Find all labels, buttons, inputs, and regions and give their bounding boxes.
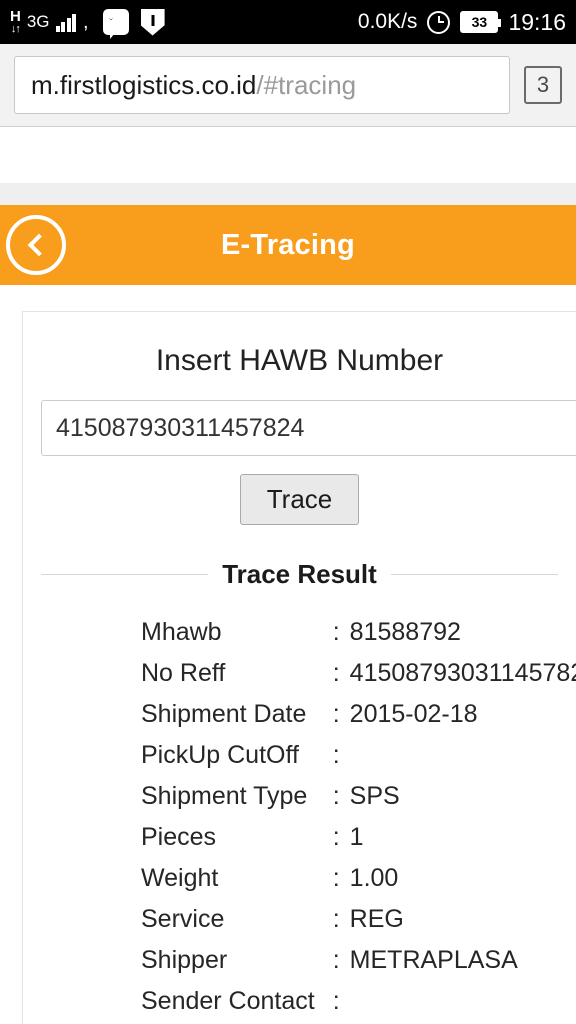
data-speed-label: 0.0K/s (357, 10, 418, 33)
app-header: E-Tracing (0, 205, 576, 285)
page-gray-band (0, 183, 576, 205)
row-key: Mhawb (141, 618, 222, 646)
tab-count-button[interactable]: 3 (524, 66, 562, 104)
signal-comma: , (83, 10, 89, 33)
browser-toolbar: m.firstlogistics.co.id/#tracing 3 (0, 44, 576, 127)
status-bar-left: H ↓↑ 3G , (10, 8, 358, 39)
form-title: Insert HAWB Number (155, 344, 444, 377)
trace-result-heading: Trace Result (41, 559, 559, 590)
row-colon: : (332, 782, 340, 810)
row-value: 81588792 (349, 618, 461, 646)
webpage-content: E-Tracing Insert HAWB Number Trace Trace… (0, 127, 576, 1024)
trace-result-body: Mhawb : 81588792 No Reff : 4150879303114… (141, 612, 576, 1022)
h-network-icon: H ↓↑ (10, 8, 21, 35)
alarm-clock-icon (427, 10, 451, 34)
row-value: REG (349, 905, 404, 933)
row-colon: : (332, 659, 340, 687)
table-row: Shipment Date : 2015-02-18 (141, 694, 576, 735)
battery-icon: 33 (460, 11, 502, 33)
status-bar: H ↓↑ 3G , 0.0K/s 33 19:16 (0, 0, 576, 44)
signal-bars-icon (55, 12, 77, 32)
row-value (340, 735, 576, 776)
row-value (340, 981, 576, 1022)
row-value: SPS (349, 782, 400, 810)
row-key: Service (141, 905, 225, 933)
row-value: 1.00 (349, 864, 399, 892)
row-key: PickUp CutOff (141, 741, 299, 769)
page-title: E-Tracing (221, 228, 355, 261)
row-colon: : (332, 946, 340, 974)
row-colon: : (332, 864, 340, 892)
tracing-card: Insert HAWB Number Trace Trace Result Mh… (22, 311, 576, 1024)
row-colon: : (332, 905, 340, 933)
row-key: No Reff (141, 659, 226, 687)
trace-result-label: Trace Result (222, 559, 377, 589)
divider-left (41, 574, 209, 575)
table-row: Weight : 1.00 (141, 858, 576, 899)
url-input[interactable]: m.firstlogistics.co.id/#tracing (14, 56, 510, 114)
network-generation-label: 3G (26, 12, 50, 31)
trace-button-row: Trace (23, 456, 576, 535)
row-value: 1 (349, 823, 364, 851)
chevron-left-icon (27, 233, 51, 257)
trace-button[interactable]: Trace (239, 474, 360, 525)
table-row: Shipment Type : SPS (141, 776, 576, 817)
clock-label: 19:16 (508, 8, 566, 35)
row-key: Shipment Date (141, 700, 307, 728)
row-key: Pieces (141, 823, 217, 851)
table-row: Mhawb : 81588792 (141, 612, 576, 653)
divider-right (390, 574, 559, 575)
url-host-text: m.firstlogistics.co.id (31, 69, 257, 100)
page-top-spacer (0, 127, 576, 183)
table-row: Pieces : 1 (141, 817, 576, 858)
table-row: Service : REG (141, 899, 576, 940)
back-button[interactable] (6, 215, 66, 275)
url-path-text: /#tracing (256, 69, 357, 100)
row-key: Shipper (141, 946, 228, 974)
table-row: Shipper : METRAPLASA (141, 940, 576, 981)
row-value: 415087930311457824 (349, 659, 576, 687)
table-row: Sender Contact : (141, 981, 576, 1022)
row-colon: : (332, 987, 340, 1015)
row-colon: : (332, 823, 340, 851)
shield-icon (140, 8, 165, 36)
status-bar-right: 0.0K/s 33 19:16 (358, 9, 566, 36)
row-key: Shipment Type (141, 782, 308, 810)
row-colon: : (332, 700, 340, 728)
row-key: Sender Contact (141, 987, 315, 1015)
row-value: METRAPLASA (349, 946, 518, 974)
table-row: PickUp CutOff : (141, 735, 576, 776)
trace-result-table: Mhawb : 81588792 No Reff : 4150879303114… (141, 612, 576, 1022)
hawb-input[interactable] (41, 400, 576, 456)
table-row: No Reff : 415087930311457824 (141, 653, 576, 694)
row-key: Weight (141, 864, 219, 892)
row-colon: : (332, 741, 340, 769)
row-colon: : (332, 618, 340, 646)
row-value: 2015-02-18 (349, 700, 478, 728)
bbm-icon (102, 9, 129, 39)
